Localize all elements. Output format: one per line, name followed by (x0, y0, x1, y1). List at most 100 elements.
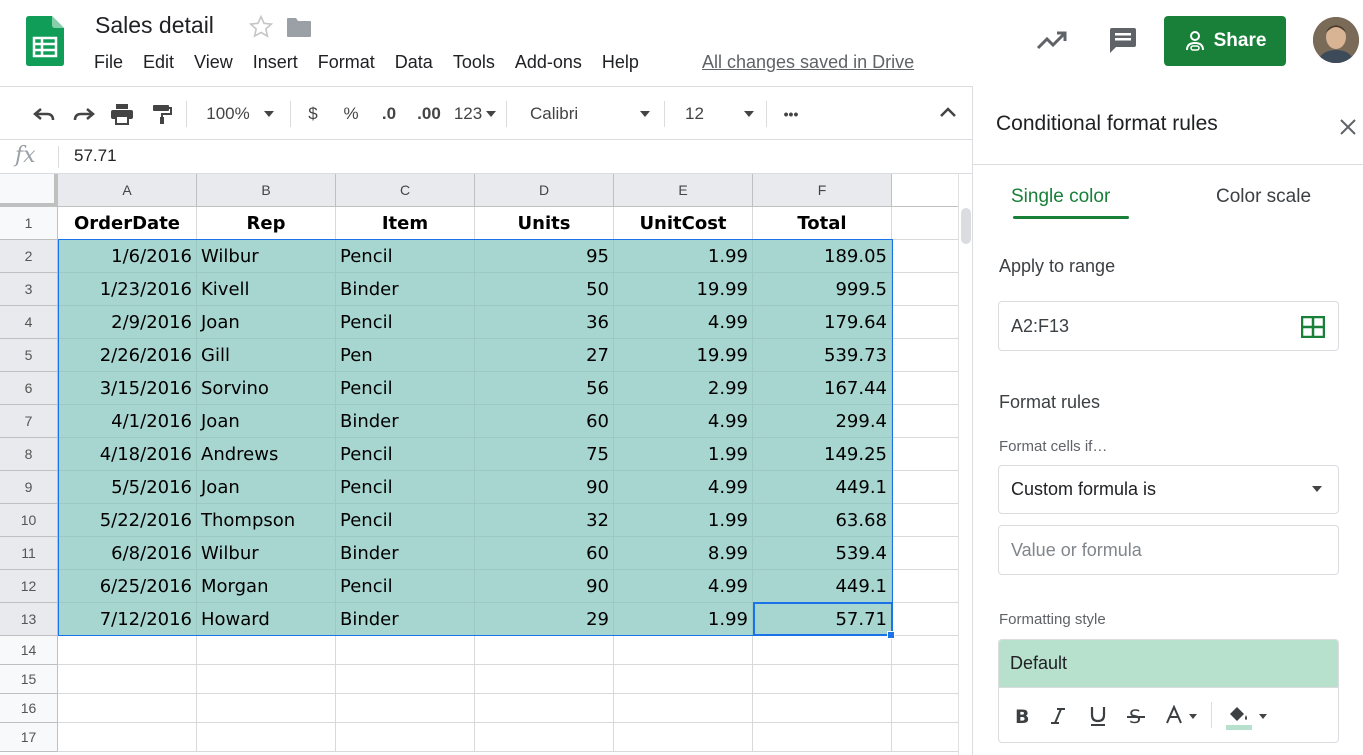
table-cell[interactable]: 95 (475, 240, 614, 273)
table-cell[interactable] (336, 665, 475, 694)
table-cell[interactable] (475, 636, 614, 665)
row-header-1[interactable]: 1 (0, 207, 58, 240)
table-cell[interactable]: 4.99 (614, 306, 753, 339)
table-cell[interactable]: 75 (475, 438, 614, 471)
font-family-select[interactable]: Calibri (518, 99, 656, 129)
table-cell[interactable] (892, 665, 958, 694)
folder-icon[interactable] (286, 16, 312, 38)
table-cell[interactable]: 19.99 (614, 339, 753, 372)
more-options-button[interactable]: ••• (776, 99, 806, 129)
table-cell[interactable]: Joan (197, 471, 336, 504)
row-header-9[interactable]: 9 (0, 471, 58, 504)
range-input[interactable]: A2:F13 (998, 301, 1339, 351)
table-cell[interactable]: 6/8/2016 (58, 537, 197, 570)
row-header-4[interactable]: 4 (0, 306, 58, 339)
increase-decimal-button[interactable]: .00 (412, 99, 446, 129)
table-cell[interactable] (614, 694, 753, 723)
undo-button[interactable] (28, 99, 60, 129)
table-cell[interactable]: Pencil (336, 306, 475, 339)
table-cell[interactable]: 90 (475, 570, 614, 603)
table-cell[interactable] (197, 723, 336, 752)
row-header-17[interactable]: 17 (0, 723, 58, 752)
table-cell[interactable] (614, 723, 753, 752)
table-cell[interactable]: Binder (336, 537, 475, 570)
table-cell[interactable] (753, 723, 892, 752)
menu-insert[interactable]: Insert (243, 52, 308, 76)
table-cell[interactable]: Wilbur (197, 537, 336, 570)
table-cell[interactable]: Pencil (336, 240, 475, 273)
percent-format-button[interactable]: % (338, 99, 364, 129)
table-cell[interactable] (892, 339, 958, 372)
row-header-6[interactable]: 6 (0, 372, 58, 405)
table-cell[interactable]: Morgan (197, 570, 336, 603)
menu-help[interactable]: Help (592, 52, 649, 76)
table-cell[interactable]: 19.99 (614, 273, 753, 306)
table-cell[interactable]: 5/22/2016 (58, 504, 197, 537)
table-cell[interactable]: 27 (475, 339, 614, 372)
vertical-scrollbar[interactable] (958, 174, 972, 755)
currency-format-button[interactable]: $ (300, 99, 326, 129)
table-cell[interactable]: 149.25 (753, 438, 892, 471)
row-header-16[interactable]: 16 (0, 694, 58, 723)
column-header-b[interactable]: B (197, 174, 336, 207)
table-cell[interactable]: 449.1 (753, 471, 892, 504)
style-preview-dropdown[interactable]: Default (999, 640, 1338, 687)
header-cell[interactable]: Total (753, 207, 892, 240)
table-cell[interactable]: Binder (336, 273, 475, 306)
trending-up-icon[interactable] (1036, 28, 1068, 52)
share-button[interactable]: Share (1164, 16, 1286, 66)
menu-edit[interactable]: Edit (133, 52, 184, 76)
table-cell[interactable]: 999.5 (753, 273, 892, 306)
table-cell[interactable] (753, 694, 892, 723)
table-cell[interactable]: Pencil (336, 504, 475, 537)
table-cell[interactable]: 63.68 (753, 504, 892, 537)
table-cell[interactable] (336, 694, 475, 723)
table-cell[interactable]: 90 (475, 471, 614, 504)
menu-add-ons[interactable]: Add-ons (505, 52, 592, 76)
paint-format-button[interactable] (146, 99, 178, 129)
table-cell[interactable]: 8.99 (614, 537, 753, 570)
header-cell[interactable]: OrderDate (58, 207, 197, 240)
italic-button[interactable] (1045, 702, 1071, 730)
table-cell[interactable] (197, 665, 336, 694)
table-cell[interactable]: 449.1 (753, 570, 892, 603)
redo-button[interactable] (68, 99, 100, 129)
table-cell[interactable] (892, 273, 958, 306)
star-icon[interactable] (248, 14, 274, 40)
print-button[interactable] (106, 99, 138, 129)
table-cell[interactable]: Kivell (197, 273, 336, 306)
row-header-11[interactable]: 11 (0, 537, 58, 570)
row-header-10[interactable]: 10 (0, 504, 58, 537)
table-cell[interactable]: 57.71 (753, 603, 892, 636)
table-cell[interactable]: Binder (336, 603, 475, 636)
save-status-link[interactable]: All changes saved in Drive (702, 52, 914, 73)
table-cell[interactable]: Thompson (197, 504, 336, 537)
document-title[interactable]: Sales detail (95, 12, 214, 39)
table-cell[interactable]: Andrews (197, 438, 336, 471)
table-cell[interactable] (475, 723, 614, 752)
table-cell[interactable]: 1.99 (614, 504, 753, 537)
table-cell[interactable] (892, 240, 958, 273)
column-header-c[interactable]: C (336, 174, 475, 207)
table-cell[interactable]: Sorvino (197, 372, 336, 405)
header-cell[interactable]: Rep (197, 207, 336, 240)
row-header-8[interactable]: 8 (0, 438, 58, 471)
column-header-g[interactable] (892, 174, 958, 207)
table-cell[interactable] (892, 694, 958, 723)
table-cell[interactable] (336, 636, 475, 665)
font-size-select[interactable]: 12 (674, 99, 760, 129)
row-header-2[interactable]: 2 (0, 240, 58, 273)
table-cell[interactable]: 7/12/2016 (58, 603, 197, 636)
row-header-7[interactable]: 7 (0, 405, 58, 438)
row-header-5[interactable]: 5 (0, 339, 58, 372)
table-cell[interactable]: 32 (475, 504, 614, 537)
table-cell[interactable]: 299.4 (753, 405, 892, 438)
formula-input[interactable]: 57.71 (74, 146, 117, 166)
table-cell[interactable]: 4/1/2016 (58, 405, 197, 438)
scrollbar-thumb[interactable] (961, 208, 971, 244)
header-cell[interactable]: UnitCost (614, 207, 753, 240)
table-cell[interactable] (892, 723, 958, 752)
table-cell[interactable] (58, 636, 197, 665)
table-cell[interactable] (197, 636, 336, 665)
row-header-12[interactable]: 12 (0, 570, 58, 603)
